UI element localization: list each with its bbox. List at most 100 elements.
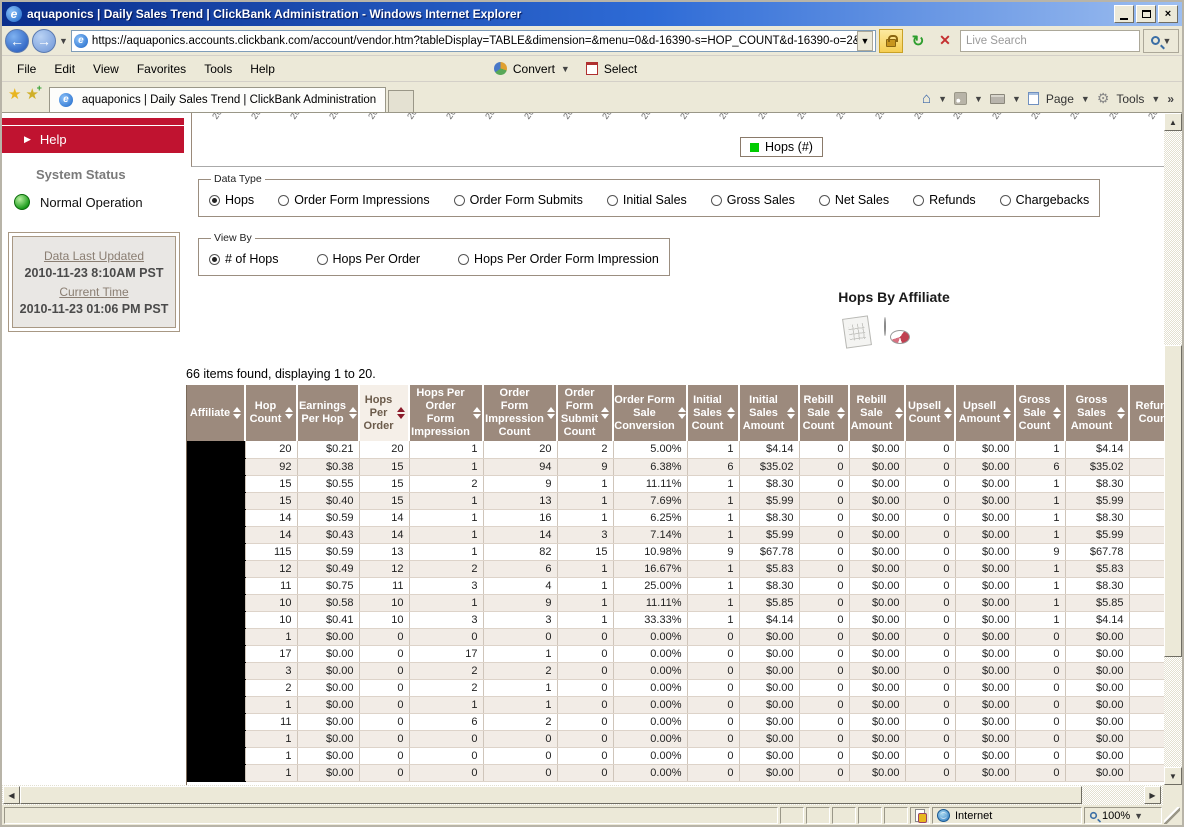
scroll-left-button[interactable]: ◀ — [3, 786, 20, 804]
column-header-upsell-amount[interactable]: Upsell Amount — [955, 385, 1015, 441]
radio-button-icon[interactable] — [278, 195, 289, 206]
column-header-gross-sale-count[interactable]: Gross Sale Count — [1015, 385, 1065, 441]
zoom-control[interactable]: 100% ▼ — [1084, 807, 1162, 824]
column-header-upsell-count[interactable]: Upsell Count — [905, 385, 955, 441]
radio-order-form-impressions[interactable]: Order Form Impressions — [278, 193, 429, 207]
radio-button-icon[interactable] — [454, 195, 465, 206]
vertical-scroll-thumb[interactable] — [1164, 345, 1182, 657]
sort-icon[interactable] — [285, 407, 293, 419]
pie-chart-icon[interactable] — [884, 318, 916, 346]
live-search-input[interactable]: Live Search — [960, 30, 1140, 52]
column-header-order-form-sale-conversion[interactable]: Order Form Sale Conversion — [613, 385, 687, 441]
sidebar-item-help[interactable]: ▶ Help — [2, 126, 184, 153]
radio-button-icon[interactable] — [458, 254, 469, 265]
back-button[interactable]: ← — [5, 29, 29, 53]
radio-of-hops[interactable]: # of Hops — [209, 252, 279, 266]
sort-icon[interactable] — [678, 407, 686, 419]
stop-button[interactable]: ✕ — [933, 29, 957, 53]
sort-icon[interactable] — [895, 407, 903, 419]
sort-icon[interactable] — [233, 407, 241, 419]
column-header-affiliate[interactable]: Affiliate — [187, 385, 245, 441]
rss-dropdown-caret[interactable]: ▼ — [974, 94, 983, 104]
sort-icon[interactable] — [473, 407, 481, 419]
radio-button-icon[interactable] — [317, 254, 328, 265]
vertical-scrollbar[interactable]: ▲ ▼ — [1164, 113, 1182, 785]
home-icon[interactable]: ⌂ — [922, 90, 931, 107]
home-dropdown-caret[interactable]: ▼ — [938, 94, 947, 104]
resize-grip[interactable] — [1164, 807, 1180, 824]
radio-button-icon[interactable] — [819, 195, 830, 206]
rss-feed-icon[interactable] — [954, 92, 967, 105]
scroll-down-button[interactable]: ▼ — [1164, 767, 1182, 785]
sort-icon[interactable] — [727, 407, 735, 419]
sort-icon[interactable] — [1117, 407, 1125, 419]
radio-refunds[interactable]: Refunds — [913, 193, 976, 207]
column-header-hops-per-order-form-impression[interactable]: Hops Per Order Form Impression — [409, 385, 483, 441]
new-tab-button[interactable] — [388, 90, 414, 112]
menu-favorites[interactable]: Favorites — [128, 59, 195, 79]
maximize-button[interactable] — [1136, 5, 1156, 23]
column-header-initial-sales-count[interactable]: Initial Sales Count — [687, 385, 739, 441]
radio-button-icon[interactable] — [1000, 195, 1011, 206]
favorites-icon[interactable]: ★ — [8, 85, 21, 103]
menu-edit[interactable]: Edit — [45, 59, 84, 79]
page-menu-button[interactable]: Page — [1046, 92, 1074, 106]
page-dropdown-caret[interactable]: ▼ — [1081, 94, 1090, 104]
column-header-refund-count[interactable]: Refund Count — [1129, 385, 1164, 441]
sort-icon[interactable] — [601, 407, 609, 419]
radio-net-sales[interactable]: Net Sales — [819, 193, 889, 207]
data-last-updated-link[interactable]: Data Last Updated — [17, 249, 171, 263]
sort-icon[interactable] — [837, 407, 845, 419]
radio-order-form-submits[interactable]: Order Form Submits — [454, 193, 583, 207]
radio-button-icon[interactable] — [913, 195, 924, 206]
search-options-caret[interactable]: ▼ — [1163, 36, 1172, 46]
close-button[interactable]: × — [1158, 5, 1178, 23]
radio-chargebacks[interactable]: Chargebacks — [1000, 193, 1090, 207]
column-header-hops-per-order[interactable]: Hops Per Order — [359, 385, 409, 441]
horizontal-scroll-thumb[interactable] — [20, 786, 1082, 804]
menu-help[interactable]: Help — [241, 59, 284, 79]
column-header-rebill-sale-count[interactable]: Rebill Sale Count — [799, 385, 849, 441]
sort-icon[interactable] — [349, 407, 357, 419]
sort-icon[interactable] — [1053, 407, 1061, 419]
sort-icon[interactable] — [547, 407, 555, 419]
convert-dropdown-caret[interactable]: ▼ — [561, 64, 570, 74]
radio-button-icon[interactable] — [209, 195, 220, 206]
radio-button-icon[interactable] — [209, 254, 220, 265]
active-tab[interactable]: e aquaponics | Daily Sales Trend | Click… — [49, 87, 386, 112]
nav-history-dropdown[interactable]: ▼ — [59, 36, 68, 46]
sort-icon[interactable] — [787, 407, 795, 419]
radio-button-icon[interactable] — [607, 195, 618, 206]
search-button[interactable]: ▼ — [1143, 29, 1179, 53]
tools-menu-button[interactable]: Tools — [1116, 92, 1144, 106]
print-icon[interactable] — [990, 94, 1005, 104]
menu-file[interactable]: File — [8, 59, 45, 79]
radio-hops[interactable]: Hops — [209, 193, 254, 207]
radio-gross-sales[interactable]: Gross Sales — [711, 193, 795, 207]
tools-dropdown-caret[interactable]: ▼ — [1151, 94, 1160, 104]
column-header-order-form-submit-count[interactable]: Order Form Submit Count — [557, 385, 613, 441]
current-time-link[interactable]: Current Time — [17, 285, 171, 299]
url-text[interactable]: https://aquaponics.accounts.clickbank.co… — [92, 35, 857, 47]
menu-tools[interactable]: Tools — [195, 59, 241, 79]
add-favorite-icon[interactable]: ★ — [25, 85, 38, 103]
zoom-dropdown-caret[interactable]: ▼ — [1134, 811, 1143, 821]
convert-button[interactable]: Convert — [513, 62, 555, 76]
radio-hops-per-order[interactable]: Hops Per Order — [317, 252, 421, 266]
select-button[interactable]: Select — [604, 62, 637, 76]
address-dropdown-button[interactable]: ▼ — [857, 31, 873, 51]
scroll-up-button[interactable]: ▲ — [1164, 113, 1182, 131]
toolbar-overflow-chevron[interactable]: » — [1167, 92, 1174, 106]
column-header-rebill-sale-amount[interactable]: Rebill Sale Amount — [849, 385, 905, 441]
radio-initial-sales[interactable]: Initial Sales — [607, 193, 687, 207]
address-field[interactable]: e https://aquaponics.accounts.clickbank.… — [71, 30, 876, 52]
refresh-button[interactable]: ↻ — [906, 29, 930, 53]
column-header-earnings-per-hop[interactable]: Earnings Per Hop — [297, 385, 359, 441]
menu-view[interactable]: View — [84, 59, 128, 79]
column-header-order-form-impression-count[interactable]: Order Form Impression Count — [483, 385, 557, 441]
column-header-initial-sales-amount[interactable]: Initial Sales Amount — [739, 385, 799, 441]
radio-button-icon[interactable] — [711, 195, 722, 206]
column-header-hop-count[interactable]: Hop Count — [245, 385, 297, 441]
scroll-right-button[interactable]: ▶ — [1144, 786, 1161, 804]
radio-hops-per-order-form-impression[interactable]: Hops Per Order Form Impression — [458, 252, 659, 266]
